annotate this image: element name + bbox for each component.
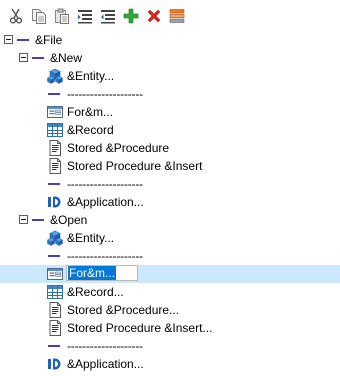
tree-item-new-application[interactable]: &Application... [0, 193, 340, 211]
tree-item-label: Stored Procedure &Insert [67, 159, 203, 173]
tree-item-label: Stored &Procedure... [67, 303, 180, 317]
tree-line-icon [32, 219, 44, 221]
tree-node-new[interactable]: &New [0, 49, 340, 67]
tree-line-icon [17, 39, 29, 41]
rename-input[interactable]: For&m... [66, 265, 138, 281]
grid-icon [47, 284, 63, 300]
tree-item-label: &Entity... [67, 69, 115, 83]
separator-icon [48, 93, 60, 95]
indent-icon [77, 8, 93, 24]
separator-label: -------------------- [67, 339, 143, 353]
tree-node-label: &New [50, 51, 83, 65]
tree-item-label: For&m... [67, 105, 114, 119]
separator-label: -------------------- [67, 87, 143, 101]
paste-icon [54, 8, 70, 24]
tree-node-open[interactable]: &Open [0, 211, 340, 229]
form-icon [47, 104, 63, 120]
tree-line-icon [32, 57, 44, 59]
separator-icon [48, 183, 60, 185]
copy-button[interactable] [29, 6, 49, 26]
tree-item-label: &Record [67, 123, 114, 137]
tree-item-label: Stored Procedure &Insert... [67, 321, 213, 335]
add-icon [123, 8, 139, 24]
tree-item-new-stored-procedure[interactable]: Stored &Procedure [0, 139, 340, 157]
tree-node-file[interactable]: &File [0, 31, 340, 49]
outdent-button[interactable] [98, 6, 118, 26]
tree-item-open-separator-2[interactable]: -------------------- [0, 337, 340, 355]
tree-item-new-separator-2[interactable]: -------------------- [0, 175, 340, 193]
grid-icon [47, 122, 63, 138]
tree-item-new-record[interactable]: &Record [0, 121, 340, 139]
tree-item-open-stored-procedure[interactable]: Stored &Procedure... [0, 301, 340, 319]
tree-item-label: Stored &Procedure [67, 141, 170, 155]
entity-icon [47, 68, 63, 84]
separator-icon [48, 255, 60, 257]
collapse-toggle[interactable] [19, 53, 28, 62]
form-icon [47, 266, 63, 282]
rename-input-text: For&m... [68, 266, 117, 280]
document-icon [47, 302, 63, 318]
tree-item-new-entity[interactable]: &Entity... [0, 67, 340, 85]
cut-button[interactable] [6, 6, 26, 26]
add-button[interactable] [121, 6, 141, 26]
menu-tree: &File &New &Entity... ------------------… [0, 31, 340, 373]
menu-properties-button[interactable] [167, 6, 187, 26]
tree-item-open-stored-procedure-insert[interactable]: Stored Procedure &Insert... [0, 319, 340, 337]
collapse-toggle[interactable] [4, 35, 13, 44]
outdent-icon [100, 8, 116, 24]
menu-properties-icon [169, 8, 185, 24]
tree-item-label: &Record... [67, 285, 124, 299]
application-icon [47, 356, 63, 372]
tree-item-open-separator-1[interactable]: -------------------- [0, 247, 340, 265]
tree-node-label: &File [35, 33, 63, 47]
tree-item-new-separator-1[interactable]: -------------------- [0, 85, 340, 103]
delete-icon [146, 8, 162, 24]
tree-node-label: &Open [50, 213, 88, 227]
tree-item-open-entity[interactable]: &Entity... [0, 229, 340, 247]
separator-label: -------------------- [67, 177, 143, 191]
separator-icon [48, 345, 60, 347]
tree-item-open-form-selected[interactable]: For&m... [0, 265, 340, 283]
separator-label: -------------------- [67, 249, 143, 263]
menu-toolbar [0, 0, 340, 32]
tree-item-new-form[interactable]: For&m... [0, 103, 340, 121]
document-icon [47, 140, 63, 156]
copy-icon [31, 8, 47, 24]
tree-item-label: &Application... [67, 357, 144, 371]
document-icon [47, 320, 63, 336]
tree-item-open-record[interactable]: &Record... [0, 283, 340, 301]
paste-button[interactable] [52, 6, 72, 26]
tree-item-new-stored-procedure-insert[interactable]: Stored Procedure &Insert [0, 157, 340, 175]
collapse-toggle[interactable] [19, 215, 28, 224]
indent-button[interactable] [75, 6, 95, 26]
application-icon [47, 194, 63, 210]
entity-icon [47, 230, 63, 246]
delete-button[interactable] [144, 6, 164, 26]
tree-item-label: &Application... [67, 195, 144, 209]
tree-item-label: &Entity... [67, 231, 115, 245]
document-icon [47, 158, 63, 174]
tree-item-open-application[interactable]: &Application... [0, 355, 340, 373]
cut-icon [8, 8, 24, 24]
